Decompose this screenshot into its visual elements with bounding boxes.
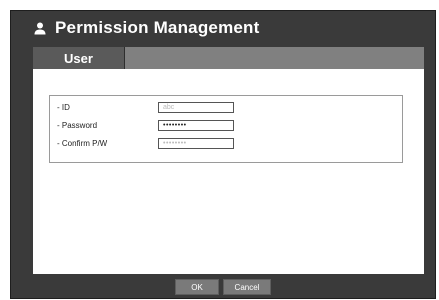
id-input[interactable]: abc <box>158 101 234 113</box>
confirm-row: - Confirm P/W •••••••• <box>50 136 402 150</box>
ok-button[interactable]: OK <box>175 279 219 295</box>
id-label: - ID <box>57 102 70 112</box>
title-bar: Permission Management <box>11 11 435 45</box>
password-row: - Password •••••••• <box>50 118 402 132</box>
footer: OK Cancel <box>11 274 435 300</box>
user-icon <box>33 21 47 35</box>
password-input[interactable]: •••••••• <box>158 119 234 131</box>
permission-management-window: Permission Management User - ID abc - Pa… <box>10 10 436 299</box>
confirm-label: - Confirm P/W <box>57 138 108 148</box>
user-form: - ID abc - Password •••••••• - Confirm P… <box>49 95 403 163</box>
tab-strip: User <box>33 47 424 69</box>
cancel-button[interactable]: Cancel <box>223 279 271 295</box>
tab-user[interactable]: User <box>33 47 125 69</box>
confirm-password-input[interactable]: •••••••• <box>158 137 234 149</box>
content-panel: - ID abc - Password •••••••• - Confirm P… <box>33 69 424 274</box>
id-row: - ID abc <box>50 100 402 114</box>
password-label: - Password <box>57 120 98 130</box>
window-title: Permission Management <box>55 18 260 37</box>
